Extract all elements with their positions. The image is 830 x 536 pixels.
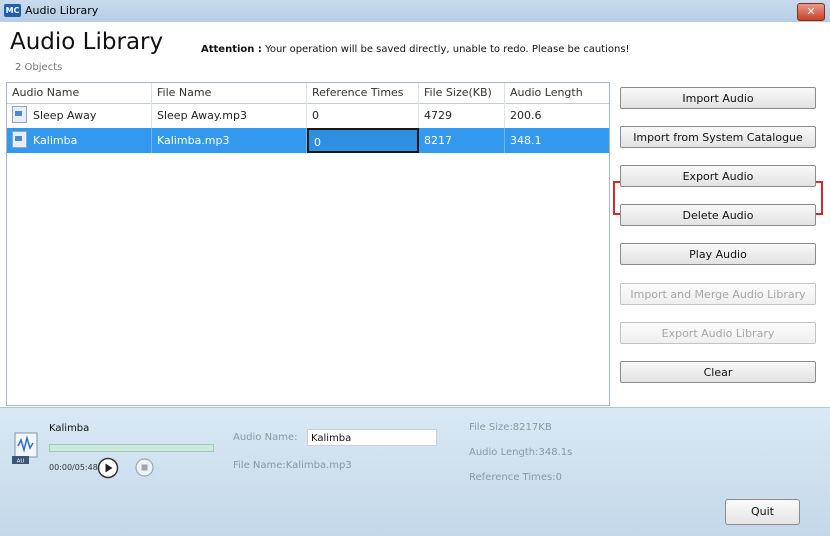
- import-audio-button[interactable]: Import Audio: [620, 87, 816, 109]
- audio-badge-label: AU: [17, 459, 25, 465]
- audio-table: Audio Name File Name Reference Times Fil…: [6, 82, 610, 406]
- table-row[interactable]: Sleep Away Sleep Away.mp3 0 4729 200.6: [7, 103, 609, 128]
- page-title: Audio Library: [10, 29, 164, 55]
- audio-length-info: Audio Length:348.1s: [469, 447, 573, 458]
- audio-length-cell: 348.1: [510, 134, 542, 147]
- audio-file-icon: AU: [12, 432, 38, 465]
- export-audio-library-button[interactable]: Export Audio Library: [620, 322, 816, 344]
- audio-file-icon: [12, 105, 27, 123]
- file-size-cell: 4729: [419, 103, 505, 128]
- import-system-catalogue-button[interactable]: Import from System Catalogue: [620, 126, 816, 148]
- column-header-file-name[interactable]: File Name: [152, 83, 307, 103]
- audio-name-label: Audio Name:: [233, 432, 298, 443]
- column-header-reference-times[interactable]: Reference Times: [307, 83, 419, 103]
- reference-times-info: Reference Times:0: [469, 472, 562, 483]
- audio-name-cell: Kalimba: [7, 128, 152, 153]
- title-bar: MC Audio Library ✕: [0, 0, 830, 23]
- stop-icon[interactable]: [135, 458, 154, 477]
- window-title: Audio Library: [25, 4, 99, 17]
- play-icon[interactable]: [97, 457, 119, 479]
- audio-length-cell: 200.6: [510, 109, 542, 122]
- reference-times-cell-focused[interactable]: 0: [307, 128, 419, 153]
- audio-name-cell: Sleep Away: [7, 103, 152, 128]
- play-audio-button[interactable]: Play Audio: [620, 243, 816, 265]
- column-header-audio-name[interactable]: Audio Name: [7, 83, 152, 103]
- delete-audio-button[interactable]: Delete Audio: [620, 204, 816, 226]
- export-audio-button[interactable]: Export Audio: [620, 165, 816, 187]
- column-header-file-size[interactable]: File Size(KB): [419, 83, 505, 103]
- file-size-info: File Size:8217KB: [469, 422, 552, 433]
- attention-label: Attention :: [201, 44, 262, 55]
- file-name-cell: Kalimba.mp3: [152, 128, 307, 153]
- audio-name-text: Kalimba: [33, 134, 78, 147]
- player-panel: AU Kalimba 00:00/05:48 Audio Name: Kalim…: [0, 407, 830, 536]
- quit-button[interactable]: Quit: [725, 499, 800, 525]
- import-merge-library-button[interactable]: Import and Merge Audio Library: [620, 283, 816, 305]
- attention-note: Attention : Your operation will be saved…: [201, 44, 630, 55]
- audio-name-field[interactable]: Kalimba: [307, 429, 437, 446]
- clear-button[interactable]: Clear: [620, 361, 816, 383]
- reference-times-cell: 0: [307, 103, 419, 128]
- file-size-cell: 8217: [419, 128, 505, 153]
- file-name-info: File Name:Kalimba.mp3: [233, 460, 352, 471]
- object-count: 2 Objects: [15, 62, 63, 73]
- current-track-name: Kalimba: [49, 423, 90, 434]
- main-content: Audio Library Attention : Your operation…: [0, 22, 830, 407]
- audio-name-text: Sleep Away: [33, 109, 97, 122]
- column-header-audio-length[interactable]: Audio Length: [505, 83, 609, 103]
- table-header: Audio Name File Name Reference Times Fil…: [7, 83, 609, 104]
- table-row-selected[interactable]: Kalimba Kalimba.mp3 0 8217 348.1: [7, 128, 609, 153]
- close-button[interactable]: ✕: [797, 3, 825, 21]
- attention-text: Your operation will be saved directly, u…: [261, 44, 630, 55]
- file-name-cell: Sleep Away.mp3: [152, 103, 307, 128]
- audio-file-icon: [12, 130, 27, 148]
- app-logo-icon: MC: [4, 4, 21, 17]
- playback-time: 00:00/05:48: [49, 463, 98, 472]
- playback-progress-bar[interactable]: [49, 444, 214, 452]
